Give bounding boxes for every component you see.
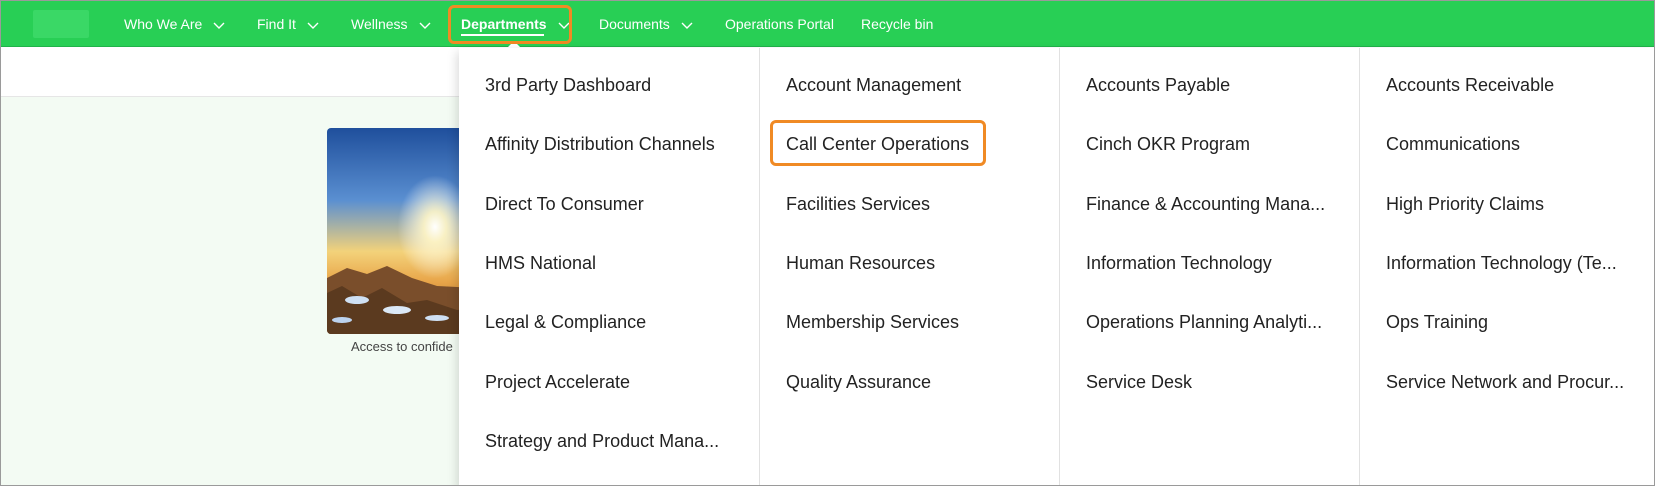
dropdown-column-2: Account Management Call Center Operation… [759,48,1059,485]
site-logo[interactable] [33,10,89,38]
department-link[interactable]: Information Technology (Te... [1386,252,1617,274]
department-link[interactable]: Information Technology [1086,252,1272,274]
department-link[interactable]: Communications [1386,133,1520,155]
nav-who-we-are[interactable]: Who We Are [124,1,226,47]
chevron-down-icon [306,18,320,32]
nav-label: Wellness [351,16,408,32]
dropdown-column-3: Accounts Payable Cinch OKR Program Finan… [1059,48,1359,485]
department-link[interactable]: Legal & Compliance [485,311,646,333]
dropdown-column-1: 3rd Party Dashboard Affinity Distributio… [459,48,759,485]
chevron-down-icon [557,18,571,32]
department-link[interactable]: Facilities Services [786,193,930,215]
department-link[interactable]: Ops Training [1386,311,1488,333]
nav-find-it[interactable]: Find It [257,1,320,47]
department-link[interactable]: Quality Assurance [786,371,931,393]
hero-image[interactable] [327,128,477,334]
nav-label: Find It [257,16,296,32]
department-link[interactable]: Cinch OKR Program [1086,133,1250,155]
nav-label: Recycle bin [861,16,934,32]
department-link[interactable]: Accounts Payable [1086,74,1230,96]
department-link[interactable]: Service Desk [1086,371,1192,393]
nav-label: Who We Are [124,16,203,32]
browser-viewport: Who We Are Find It Wellness Departments … [0,0,1655,486]
department-link[interactable]: Project Accelerate [485,371,630,393]
department-link[interactable]: Membership Services [786,311,959,333]
department-link[interactable]: Account Management [786,74,961,96]
chevron-down-icon [212,18,226,32]
nav-label: Departments [461,16,547,32]
department-link[interactable]: HMS National [485,252,596,274]
sunset-landscape-image [327,128,477,334]
nav-recycle-bin[interactable]: Recycle bin [861,1,933,47]
active-tab-underline [461,34,544,36]
department-link[interactable]: Finance & Accounting Mana... [1086,193,1325,215]
hero-caption: Access to confide [351,339,453,354]
nav-wellness[interactable]: Wellness [351,1,432,47]
departments-dropdown-menu: 3rd Party Dashboard Affinity Distributio… [459,48,1654,485]
department-link[interactable]: Affinity Distribution Channels [485,133,715,155]
department-link[interactable]: 3rd Party Dashboard [485,74,651,96]
department-link[interactable]: High Priority Claims [1386,193,1544,215]
department-link[interactable]: Service Network and Procur... [1386,371,1624,393]
chevron-down-icon [680,18,694,32]
nav-documents[interactable]: Documents [599,1,694,47]
department-link[interactable]: Accounts Receivable [1386,74,1554,96]
top-navigation-bar: Who We Are Find It Wellness Departments … [1,1,1654,47]
department-link[interactable]: Direct To Consumer [485,193,644,215]
chevron-down-icon [418,18,432,32]
department-link[interactable]: Human Resources [786,252,935,274]
department-link[interactable]: Strategy and Product Mana... [485,430,719,452]
nav-operations-portal[interactable]: Operations Portal [725,1,834,47]
nav-label: Operations Portal [725,16,834,32]
nav-label: Documents [599,16,670,32]
department-link-call-center-operations[interactable]: Call Center Operations [786,133,969,155]
department-link[interactable]: Operations Planning Analyti... [1086,311,1322,333]
dropdown-column-4: Accounts Receivable Communications High … [1359,48,1654,485]
